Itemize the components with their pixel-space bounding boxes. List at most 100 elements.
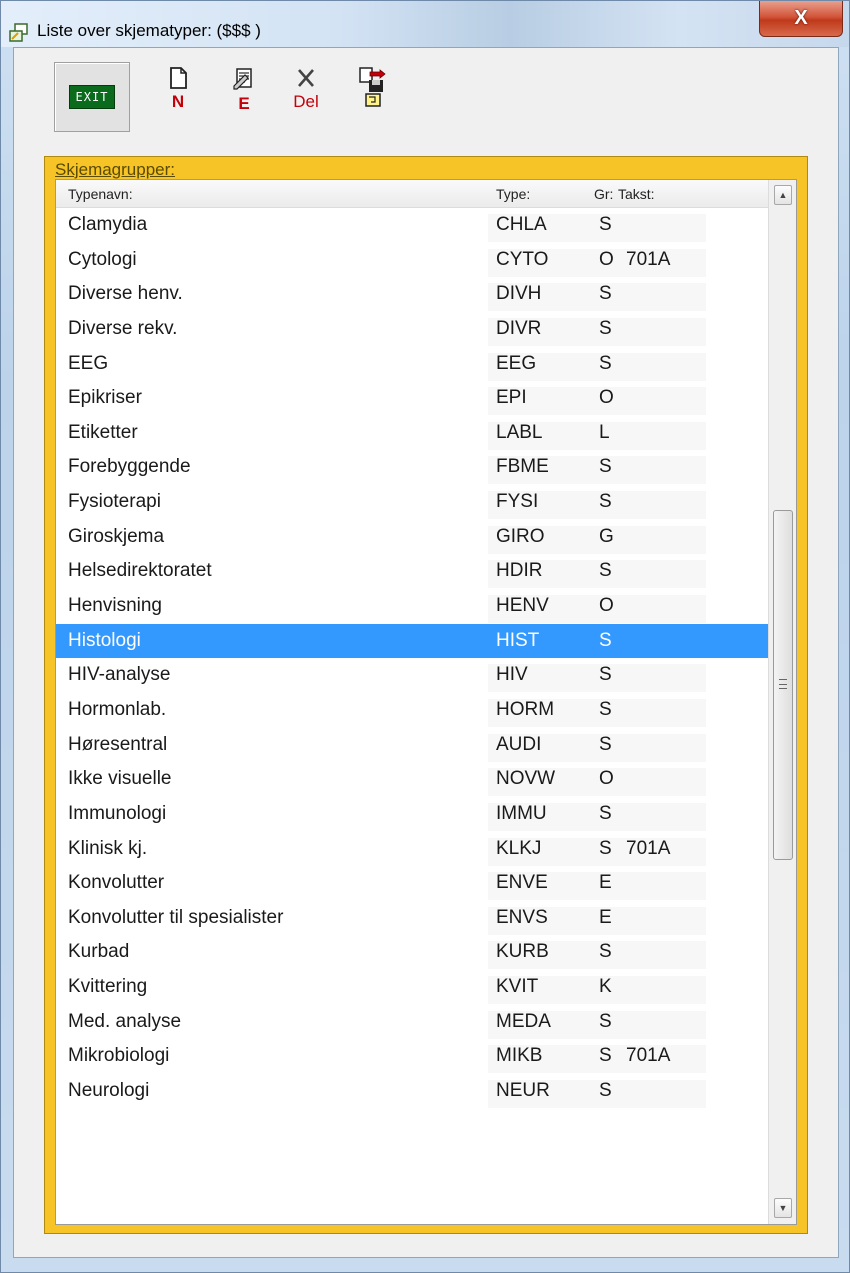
item-name: Fysioterapi [68, 491, 161, 513]
list-item[interactable]: Konvolutter ENVE E [56, 866, 768, 901]
list-item[interactable]: Histologi HIST S [56, 623, 768, 659]
item-group: S [588, 802, 616, 831]
list-rows: Clamydia CHLA S Cytologi CYTO O 701A Diverse he… [56, 208, 768, 1109]
item-group: S [588, 837, 616, 866]
item-takst: 701A [616, 248, 706, 277]
item-group: O [588, 768, 616, 797]
item-name: Epikriser [68, 387, 142, 409]
grip-icon [779, 679, 787, 689]
form-type-list[interactable]: Typenavn: Type: Gr: Takst: Clamydia CHLA S… [55, 179, 797, 1225]
item-type: KVIT [488, 976, 588, 1005]
list-item[interactable]: Kvittering KVIT K [56, 970, 768, 1005]
list-item[interactable]: EEG EEG S [56, 347, 768, 382]
toolbar: EXIT N E Del [54, 60, 514, 140]
item-type: ENVE [488, 872, 588, 901]
list-item[interactable]: Mikrobiologi MIKB S 701A [56, 1039, 768, 1074]
item-takst [616, 802, 706, 831]
item-name: Diverse henv. [68, 283, 183, 305]
item-takst [616, 525, 706, 554]
window-title: Liste over skjematyper: ($$$ ) [37, 21, 261, 40]
item-group: S [599, 629, 612, 651]
list-item[interactable]: Med. analyse MEDA S [56, 1005, 768, 1040]
item-takst [616, 560, 706, 589]
list-item[interactable]: Diverse rekv. DIVR S [56, 312, 768, 347]
item-name: Helsedirektoratet [68, 560, 212, 582]
item-takst [616, 664, 706, 693]
item-name: Giroskjema [68, 525, 165, 547]
list-item[interactable]: Cytologi CYTO O 701A [56, 243, 768, 278]
list-item[interactable]: Giroskjema GIRO G [56, 520, 768, 555]
list-item[interactable]: Ikke visuelle NOVW O [56, 762, 768, 797]
list-item[interactable]: Helsedirektoratet HDIR S [56, 554, 768, 589]
list-item[interactable]: Diverse henv. DIVH S [56, 277, 768, 312]
list-item[interactable]: Etiketter LABL L [56, 416, 768, 451]
column-takst-header[interactable]: Takst: [618, 186, 655, 202]
item-takst [616, 768, 706, 797]
item-name: Clamydia [68, 214, 148, 235]
item-takst [616, 283, 706, 312]
item-group: E [588, 906, 616, 935]
item-takst [616, 421, 706, 450]
item-name: Cytologi [68, 248, 137, 270]
list-item[interactable]: Kurbad KURB S [56, 935, 768, 970]
item-name: Histologi [68, 629, 141, 651]
item-name: Neurologi [68, 1080, 150, 1102]
edit-button[interactable]: E [214, 66, 274, 130]
item-group: O [588, 387, 616, 416]
exit-button[interactable]: EXIT [54, 62, 130, 132]
item-name: Etiketter [68, 421, 138, 443]
column-name-header[interactable]: Typenavn: [68, 186, 133, 202]
close-button[interactable]: X [759, 1, 843, 37]
item-type: FYSI [488, 491, 588, 520]
item-type: NEUR [488, 1080, 588, 1109]
item-group: G [588, 525, 616, 554]
list-item[interactable]: Klinisk kj. KLKJ S 701A [56, 832, 768, 867]
item-takst [616, 906, 706, 935]
title-bar[interactable]: Liste over skjematyper: ($$$ ) X [1, 1, 849, 47]
item-group: O [588, 248, 616, 277]
new-button[interactable]: N [148, 66, 208, 130]
vertical-scrollbar[interactable]: ▲ ▼ [768, 180, 796, 1224]
item-group: S [588, 491, 616, 520]
item-group: S [588, 1045, 616, 1074]
item-takst: 701A [616, 837, 706, 866]
item-group: S [588, 1010, 616, 1039]
list-item[interactable]: Fysioterapi FYSI S [56, 485, 768, 520]
new-label: N [171, 92, 185, 111]
item-type: LABL [488, 421, 588, 450]
copy-button[interactable] [342, 66, 402, 130]
window-app-icon[interactable] [9, 23, 29, 43]
item-type: MIKB [488, 1045, 588, 1074]
list-item[interactable]: Immunologi IMMU S [56, 797, 768, 832]
dialog-window: Liste over skjematyper: ($$$ ) X EXIT N [0, 0, 850, 1273]
item-takst [616, 317, 706, 346]
list-item[interactable]: Henvisning HENV O [56, 589, 768, 624]
item-name: Klinisk kj. [68, 837, 148, 859]
item-type: ENVS [488, 906, 588, 935]
item-takst [616, 595, 706, 624]
list-item[interactable]: Epikriser EPI O [56, 381, 768, 416]
item-type: CHLA [488, 214, 588, 242]
delete-button[interactable]: Del [276, 66, 336, 130]
scroll-up-button[interactable]: ▲ [774, 185, 792, 205]
list-item[interactable]: HIV-analyse HIV S [56, 658, 768, 693]
list-item[interactable]: Hormonlab. HORM S [56, 693, 768, 728]
item-group: S [588, 214, 616, 242]
delete-label: Del [293, 92, 319, 111]
item-takst [616, 1010, 706, 1039]
list-item[interactable]: Clamydia CHLA S [56, 208, 768, 243]
item-name: Henvisning [68, 595, 162, 617]
item-type: EPI [488, 387, 588, 416]
scroll-thumb[interactable] [773, 510, 793, 860]
list-item[interactable]: Forebyggende FBME S [56, 450, 768, 485]
list-item[interactable]: Neurologi NEUR S [56, 1074, 768, 1109]
column-header: Typenavn: Type: Gr: Takst: [56, 180, 768, 208]
form-groups-label: Skjemagrupper: [55, 160, 176, 179]
scroll-down-button[interactable]: ▼ [774, 1198, 792, 1218]
list-item[interactable]: Konvolutter til spesialister ENVS E [56, 901, 768, 936]
column-gr-header[interactable]: Gr: [594, 186, 613, 202]
item-group: E [588, 872, 616, 901]
item-name: Mikrobiologi [68, 1045, 170, 1067]
column-type-header[interactable]: Type: [496, 186, 530, 202]
list-item[interactable]: Høresentral AUDI S [56, 728, 768, 763]
